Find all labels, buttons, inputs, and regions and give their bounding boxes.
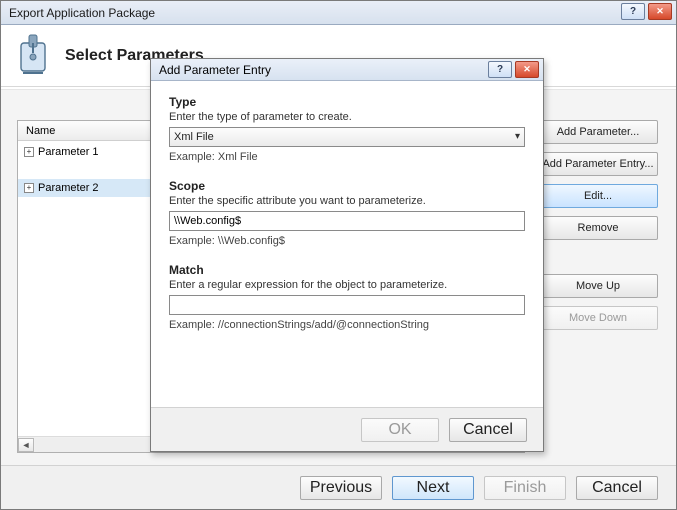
dialog-titlebar: Add Parameter Entry bbox=[151, 59, 543, 81]
move-down-button[interactable]: Move Down bbox=[538, 306, 658, 330]
remove-button[interactable]: Remove bbox=[538, 216, 658, 240]
side-buttons: Add Parameter... Add Parameter Entry... … bbox=[538, 120, 658, 330]
move-up-button[interactable]: Move Up bbox=[538, 274, 658, 298]
wizard-footer: Previous Next Finish Cancel bbox=[1, 465, 676, 509]
match-group: Match Enter a regular expression for the… bbox=[169, 263, 525, 331]
add-parameter-button[interactable]: Add Parameter... bbox=[538, 120, 658, 144]
close-button[interactable] bbox=[648, 3, 672, 20]
dialog-title: Add Parameter Entry bbox=[159, 63, 271, 77]
list-item-label: Parameter 1 bbox=[38, 143, 99, 161]
dialog-help-button[interactable] bbox=[488, 61, 512, 78]
match-label: Match bbox=[169, 263, 525, 277]
match-input[interactable] bbox=[169, 295, 525, 315]
scope-desc: Enter the specific attribute you want to… bbox=[169, 195, 525, 207]
list-item-label: Parameter 2 bbox=[38, 179, 99, 197]
next-button[interactable]: Next bbox=[392, 476, 474, 500]
match-desc: Enter a regular expression for the objec… bbox=[169, 279, 525, 291]
ok-button[interactable]: OK bbox=[361, 418, 439, 442]
scope-input[interactable] bbox=[169, 211, 525, 231]
scope-label: Scope bbox=[169, 179, 525, 193]
match-example: Example: //connectionStrings/add/@connec… bbox=[169, 319, 525, 331]
add-parameter-entry-dialog: Add Parameter Entry Type Enter the type … bbox=[150, 58, 544, 452]
type-desc: Enter the type of parameter to create. bbox=[169, 111, 525, 123]
expand-icon[interactable]: + bbox=[24, 183, 34, 193]
type-label: Type bbox=[169, 95, 525, 109]
scope-example: Example: \\Web.config$ bbox=[169, 235, 525, 247]
dialog-body: Type Enter the type of parameter to crea… bbox=[151, 81, 543, 407]
type-select[interactable]: Xml File bbox=[169, 127, 525, 147]
edit-button[interactable]: Edit... bbox=[538, 184, 658, 208]
scope-group: Scope Enter the specific attribute you w… bbox=[169, 179, 525, 247]
wizard-titlebar: Export Application Package bbox=[1, 1, 676, 25]
type-group: Type Enter the type of parameter to crea… bbox=[169, 95, 525, 163]
previous-button[interactable]: Previous bbox=[300, 476, 382, 500]
package-icon bbox=[15, 33, 51, 79]
dialog-cancel-button[interactable]: Cancel bbox=[449, 418, 527, 442]
dialog-close-button[interactable] bbox=[515, 61, 539, 78]
dialog-footer: OK Cancel bbox=[151, 407, 543, 451]
cancel-button[interactable]: Cancel bbox=[576, 476, 658, 500]
finish-button[interactable]: Finish bbox=[484, 476, 566, 500]
scroll-left-icon[interactable]: ◄ bbox=[18, 438, 34, 452]
help-button[interactable] bbox=[621, 3, 645, 20]
wizard-title: Export Application Package bbox=[9, 6, 155, 20]
type-value: Xml File bbox=[174, 131, 214, 143]
expand-icon[interactable]: + bbox=[24, 147, 34, 157]
type-example: Example: Xml File bbox=[169, 151, 525, 163]
add-parameter-entry-button[interactable]: Add Parameter Entry... bbox=[538, 152, 658, 176]
